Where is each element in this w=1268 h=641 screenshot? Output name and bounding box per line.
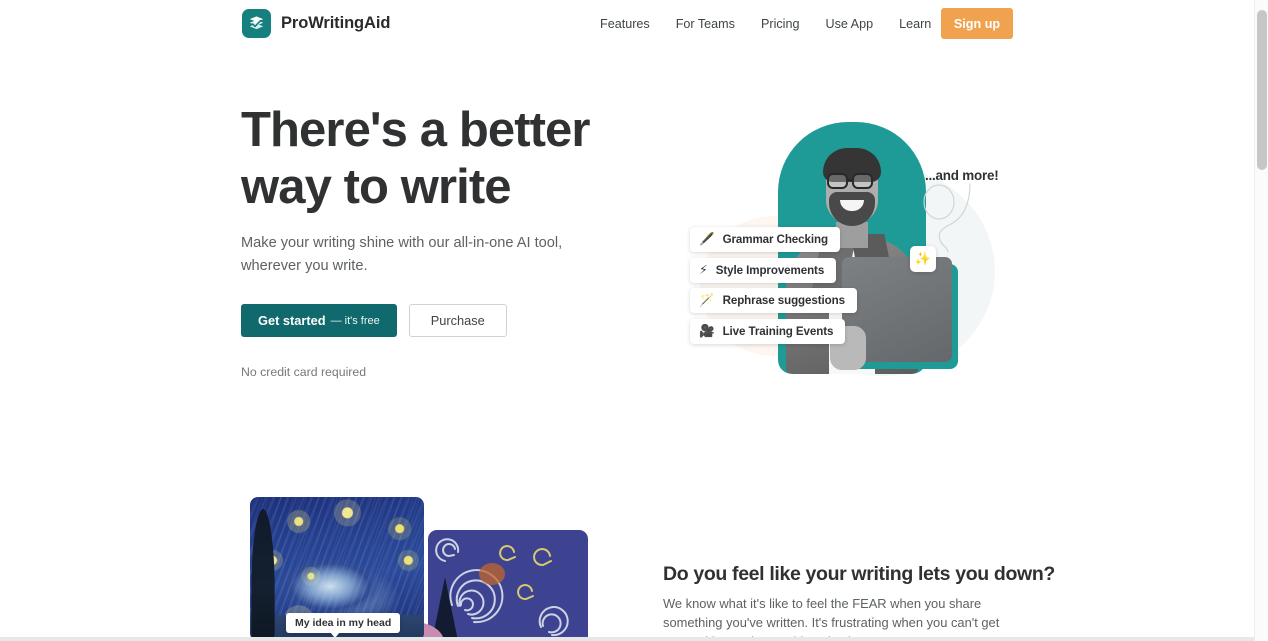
pen-icon: 🖋️ xyxy=(699,232,715,247)
glasses-lens-right xyxy=(852,173,873,189)
purchase-button[interactable]: Purchase xyxy=(408,304,507,337)
and-more-callout: ...and more! xyxy=(925,168,999,183)
glasses-lens-left xyxy=(827,173,848,189)
get-started-sublabel: — it's free xyxy=(330,314,380,327)
magic-wand-icon: 🪄 xyxy=(699,293,715,308)
section2-body: We know what it's like to feel the FEAR … xyxy=(663,594,1013,641)
book-check-icon xyxy=(242,9,271,38)
hero-title-line-2: way to write xyxy=(241,160,512,214)
feature-card-label: Live Training Events xyxy=(722,325,834,338)
feature-card-grammar-checking[interactable]: 🖋️ Grammar Checking xyxy=(690,227,840,252)
sparkles-icon: ✨ xyxy=(914,251,932,266)
no-credit-card-note: No credit card required xyxy=(241,365,367,379)
feature-card-rephrase-suggestions[interactable]: 🪄 Rephrase suggestions xyxy=(690,288,857,313)
main-navigation: Features For Teams Pricing Use App Learn… xyxy=(600,0,992,48)
hero-title: There's a better way to write xyxy=(241,102,641,216)
feature-card-label: Grammar Checking xyxy=(722,233,828,246)
brand-name: ProWritingAid xyxy=(281,14,391,32)
hero-subtitle-line-1: Make your writing shine with our all-in-… xyxy=(241,235,563,251)
feature-card-style-improvements[interactable]: ⚡ Style Improvements xyxy=(690,258,837,283)
hero-subtitle: Make your writing shine with our all-in-… xyxy=(241,232,576,278)
hero-subtitle-line-2: wherever you write. xyxy=(241,258,368,274)
feature-card-label: Style Improvements xyxy=(715,264,825,277)
sign-up-button[interactable]: Sign up xyxy=(941,8,1013,39)
hero-illustration: 🖋️ Grammar Checking ⚡ Style Improvements… xyxy=(660,96,1010,391)
nav-item-pricing[interactable]: Pricing xyxy=(761,11,800,37)
site-header: ProWritingAid Features For Teams Pricing… xyxy=(0,0,1254,48)
lightning-icon: ⚡ xyxy=(699,263,708,278)
get-started-label: Get started xyxy=(258,313,326,328)
video-camera-icon: 🎥 xyxy=(699,324,715,339)
image-caption-my-idea: My idea in my head xyxy=(286,613,401,638)
landing-page: ProWritingAid Features For Teams Pricing… xyxy=(0,0,1268,641)
crude-drawing-image xyxy=(428,530,588,641)
brand-logo-link[interactable]: ProWritingAid xyxy=(242,9,390,38)
page-scrollbar[interactable] xyxy=(1254,0,1268,641)
section2-title: Do you feel like your writing lets you d… xyxy=(663,563,1055,585)
hero-title-line-1: There's a better xyxy=(241,103,590,157)
scrollbar-thumb[interactable] xyxy=(1257,10,1267,170)
feature-card-label: Rephrase suggestions xyxy=(722,294,845,307)
nav-item-learn[interactable]: Learn xyxy=(899,11,931,37)
glasses-bridge xyxy=(848,179,854,182)
hero-cta-row: Get started — it's free Purchase xyxy=(241,304,507,337)
nav-item-use-app[interactable]: Use App xyxy=(825,11,873,37)
feature-card-more[interactable]: ✨ xyxy=(910,246,936,272)
viewport-bottom-edge xyxy=(0,637,1268,641)
nav-item-for-teams[interactable]: For Teams xyxy=(676,11,735,37)
get-started-button[interactable]: Get started — it's free xyxy=(241,304,397,337)
feature-card-live-training-events[interactable]: 🎥 Live Training Events xyxy=(690,319,846,344)
nav-item-features[interactable]: Features xyxy=(600,11,650,37)
